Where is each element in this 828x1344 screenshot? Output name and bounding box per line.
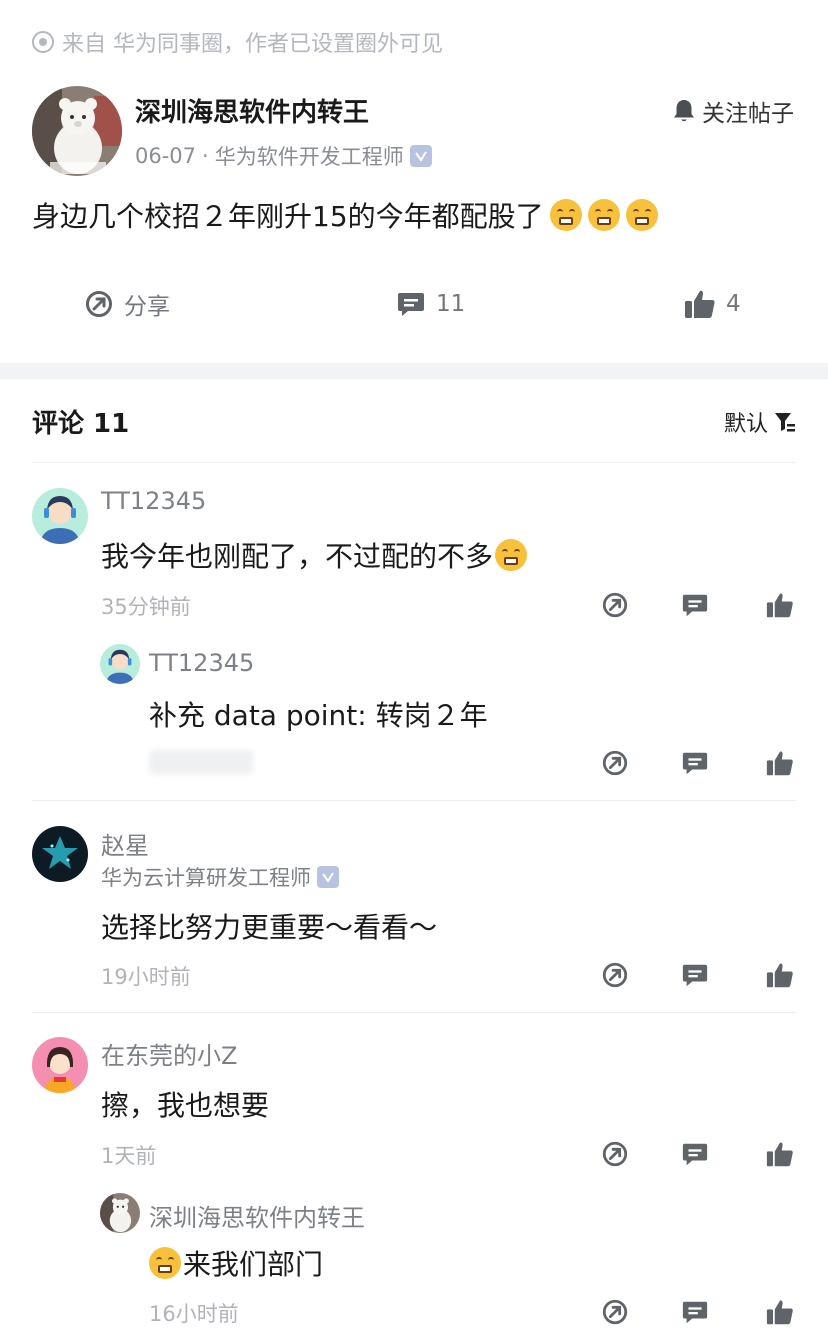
filter-icon [775, 413, 795, 432]
divider [32, 800, 796, 801]
like-button[interactable] [765, 1139, 795, 1169]
comment-icon [398, 293, 424, 316]
bell-icon [674, 100, 694, 122]
reply-time: 16小时前 [149, 1302, 239, 1326]
comment-text: 我今年也刚配了，不过配的不多 [101, 535, 528, 575]
sort-button[interactable]: 默认 [724, 406, 796, 438]
author-name[interactable]: 深圳海思软件内转王 [135, 92, 369, 129]
meta-separator: · [202, 144, 209, 168]
like-button[interactable] [765, 960, 795, 990]
share-icon [602, 592, 628, 618]
like-icon [766, 751, 793, 776]
author-title: 华为云计算研发工程师 [101, 866, 311, 890]
grin-emoji-icon [149, 1247, 181, 1279]
comment-author[interactable]: TT12345 [101, 487, 206, 515]
comment-text: 擦，我也想要 [101, 1089, 270, 1122]
comment-time: 35分钟前 [101, 595, 191, 619]
reply-share-button[interactable] [600, 1139, 630, 1169]
avatar[interactable] [32, 1037, 88, 1093]
like-button[interactable] [765, 748, 795, 778]
avatar[interactable] [100, 644, 140, 684]
follow-label: 关注帖子 [702, 101, 794, 127]
comments-title: 评论 11 [32, 409, 130, 439]
share-icon [602, 750, 628, 776]
emoji-icon [625, 199, 658, 231]
reply-share-button[interactable] [600, 748, 630, 778]
verified-icon [409, 145, 432, 167]
comment-author[interactable]: 赵星 [101, 826, 149, 861]
reply-share-button[interactable] [600, 960, 630, 990]
like-button[interactable]: 4 [684, 283, 741, 325]
like-icon [766, 1300, 793, 1325]
avatar[interactable] [32, 488, 88, 544]
reply-button[interactable] [680, 1139, 710, 1169]
reply-author[interactable]: TT12345 [149, 649, 254, 677]
emoji-icon [587, 199, 620, 231]
avatar[interactable] [100, 1193, 140, 1233]
author-meta: 06-07 · 华为软件开发工程师 [135, 141, 432, 171]
share-icon [602, 1141, 628, 1167]
comment-time: 19小时前 [101, 965, 191, 989]
share-label: 分享 [124, 294, 170, 320]
comment-icon [682, 752, 708, 775]
source-line: 来自 华为同事圈，作者已设置圈外可见 [32, 26, 443, 58]
share-icon [602, 1299, 628, 1325]
circle-icon [32, 31, 54, 53]
like-icon [766, 963, 793, 988]
comment-text: 选择比努力更重要～看看～ [101, 911, 438, 944]
post-text: 身边几个校招２年刚升15的今年都配股了 [32, 200, 544, 233]
comment-author-title: 华为云计算研发工程师 [101, 862, 339, 892]
reply-body: 来我们部门 [183, 1248, 324, 1281]
emoji-icon [549, 199, 582, 231]
section-divider [0, 363, 828, 379]
comment-icon [682, 1143, 708, 1166]
reply-share-button[interactable] [600, 1297, 630, 1327]
reply-button[interactable] [680, 960, 710, 990]
follow-post-button[interactable]: 关注帖子 [672, 94, 794, 128]
reply-text: 补充 data point: 转岗２年 [149, 699, 488, 732]
sort-label: 默认 [723, 412, 768, 437]
comment-count: 11 [436, 291, 466, 317]
like-button[interactable] [765, 1297, 795, 1327]
like-button[interactable] [765, 590, 795, 620]
comment-icon [682, 1301, 708, 1324]
like-icon [685, 290, 715, 318]
comment-body: 我今年也刚配了，不过配的不多 [101, 540, 494, 573]
comment-icon [682, 594, 708, 617]
reply-share-button[interactable] [600, 590, 630, 620]
like-icon [766, 593, 793, 618]
reply-author[interactable]: 深圳海思软件内转王 [149, 1198, 365, 1233]
comment-button[interactable]: 11 [396, 283, 465, 325]
like-icon [766, 1142, 793, 1167]
author-avatar[interactable] [32, 86, 122, 176]
like-count: 4 [726, 291, 741, 317]
reply-button[interactable] [680, 590, 710, 620]
post-date: 06-07 [135, 144, 197, 168]
verified-icon [317, 866, 339, 888]
grin-emoji-icon [495, 539, 528, 571]
post-content: 身边几个校招２年刚升15的今年都配股了 [32, 195, 658, 235]
reply-text: 来我们部门 [149, 1243, 323, 1283]
reply-button[interactable] [680, 1297, 710, 1327]
share-icon [602, 962, 628, 988]
share-icon [86, 291, 112, 317]
comment-author[interactable]: 在东莞的小Z [101, 1036, 237, 1071]
avatar[interactable] [32, 826, 88, 882]
author-title: 华为软件开发工程师 [214, 145, 404, 169]
divider [32, 462, 796, 463]
divider [32, 1012, 796, 1013]
comment-icon [682, 964, 708, 987]
source-text: 来自 华为同事圈，作者已设置圈外可见 [62, 32, 443, 57]
reply-button[interactable] [680, 748, 710, 778]
blurred-time [149, 750, 253, 774]
comment-time: 1天前 [101, 1144, 157, 1168]
share-button[interactable]: 分享 [84, 283, 170, 325]
